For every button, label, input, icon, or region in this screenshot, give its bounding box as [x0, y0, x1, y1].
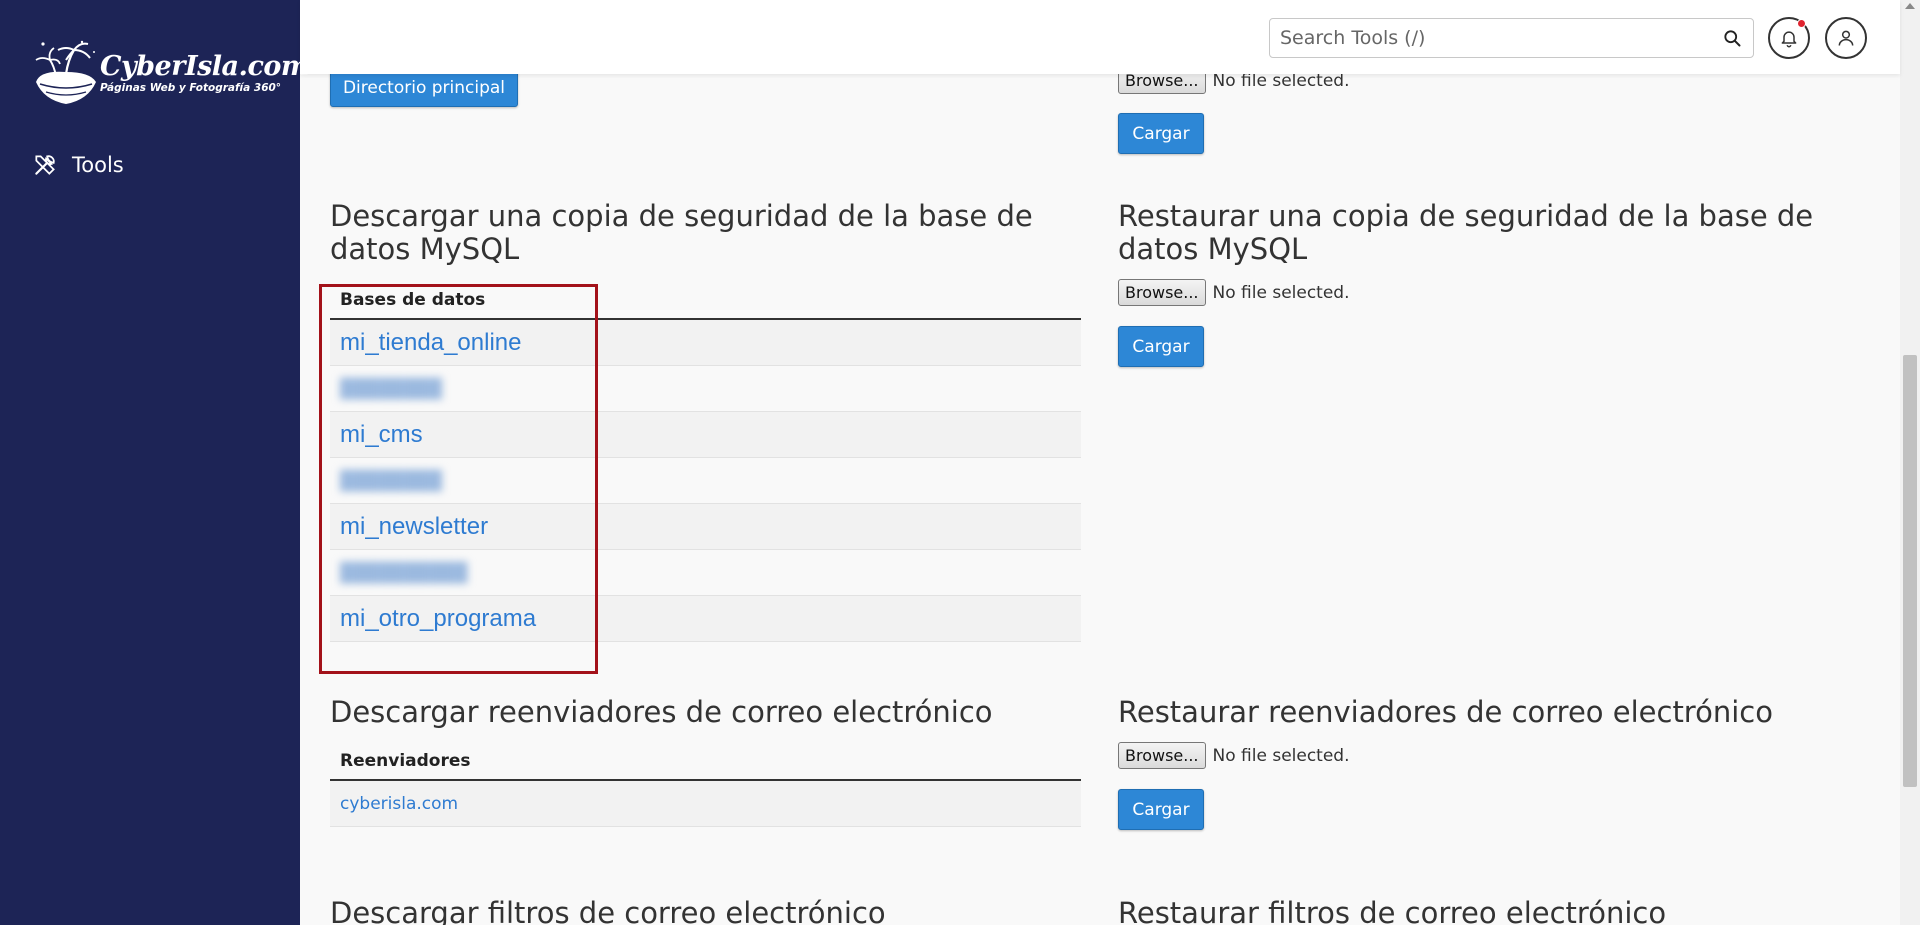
- filters-restore-title: Restaurar filtros de correo electrónico: [1118, 896, 1667, 925]
- top-header: [300, 0, 1900, 74]
- forwarders-download-title: Descargar reenviadores de correo electró…: [330, 695, 993, 729]
- notification-dot: [1797, 19, 1806, 28]
- logo-name: CyberIsla.com: [100, 50, 309, 82]
- logo-tagline: Páginas Web y Fotografía 360°: [100, 81, 282, 94]
- top-file-picker: Browse... No file selected.: [1118, 74, 1350, 94]
- forwarders-restore-title: Restaurar reenviadores de correo electró…: [1118, 695, 1773, 729]
- user-menu-button[interactable]: [1825, 17, 1867, 59]
- database-link-redacted[interactable]: ██████████: [340, 562, 468, 583]
- island-logo-icon: [35, 40, 96, 104]
- scrollbar-thumb[interactable]: [1903, 355, 1917, 787]
- forwarders-restore-upload-button[interactable]: Cargar: [1118, 789, 1204, 830]
- main-content: Directorio principal Browse... No file s…: [300, 74, 1900, 925]
- mysql-restore-file-picker: Browse... No file selected.: [1118, 279, 1350, 306]
- database-link[interactable]: mi_newsletter: [340, 513, 488, 541]
- forwarders-column-header: Reenviadores: [330, 742, 1081, 781]
- mysql-restore-browse-button[interactable]: Browse...: [1118, 279, 1206, 306]
- table-row: mi_newsletter: [330, 504, 1081, 550]
- table-row: ██████████: [330, 550, 1081, 596]
- database-link[interactable]: mi_otro_programa: [340, 605, 536, 633]
- mysql-restore-title: Restaurar una copia de seguridad de la b…: [1118, 199, 1814, 266]
- mysql-download-title: Descargar una copia de seguridad de la b…: [330, 199, 1033, 266]
- home-directory-button[interactable]: Directorio principal: [330, 74, 518, 107]
- forwarders-restore-file-status: No file selected.: [1212, 745, 1350, 766]
- page-scrollbar[interactable]: [1900, 0, 1920, 925]
- table-row: mi_otro_programa: [330, 596, 1081, 642]
- tools-icon: [35, 155, 55, 175]
- mysql-restore-upload-button[interactable]: Cargar: [1118, 326, 1204, 367]
- database-link-redacted[interactable]: ████████: [340, 378, 442, 399]
- database-link-redacted[interactable]: ████████: [340, 470, 442, 491]
- filters-download-title: Descargar filtros de correo electrónico: [330, 896, 886, 925]
- forwarders-restore-file-picker: Browse... No file selected.: [1118, 742, 1350, 769]
- notifications-button[interactable]: [1768, 17, 1810, 59]
- databases-column-header: Bases de datos: [330, 281, 1081, 320]
- databases-table: Bases de datos mi_tienda_online ████████…: [330, 281, 1081, 642]
- sidebar-item-tools[interactable]: Tools: [32, 152, 124, 178]
- database-link[interactable]: mi_cms: [340, 421, 423, 449]
- bell-icon: [1781, 31, 1797, 48]
- top-upload-button[interactable]: Cargar: [1118, 113, 1204, 154]
- mysql-restore-file-status: No file selected.: [1212, 282, 1350, 303]
- top-file-status: No file selected.: [1212, 74, 1350, 91]
- search-input[interactable]: [1270, 19, 1715, 57]
- forwarder-domain-link[interactable]: cyberisla.com: [340, 794, 458, 814]
- search-box: [1269, 18, 1754, 58]
- table-row: mi_cms: [330, 412, 1081, 458]
- forwarders-table: Reenviadores cyberisla.com: [330, 742, 1081, 827]
- database-link[interactable]: mi_tienda_online: [340, 329, 521, 357]
- user-icon: [1838, 30, 1854, 46]
- table-row: cyberisla.com: [330, 781, 1081, 827]
- sidebar: CyberIsla.com Páginas Web y Fotografía 3…: [0, 0, 309, 925]
- table-row: mi_tienda_online: [330, 320, 1081, 366]
- scroll-up-arrow-icon[interactable]: [1905, 3, 1915, 9]
- table-row: ████████: [330, 458, 1081, 504]
- table-row: ████████: [330, 366, 1081, 412]
- forwarders-restore-browse-button[interactable]: Browse...: [1118, 742, 1206, 769]
- top-browse-button[interactable]: Browse...: [1118, 74, 1206, 94]
- search-icon[interactable]: [1715, 21, 1749, 55]
- sidebar-item-tools-label: Tools: [72, 153, 124, 177]
- cyberisla-logo[interactable]: CyberIsla.com Páginas Web y Fotografía 3…: [30, 36, 309, 110]
